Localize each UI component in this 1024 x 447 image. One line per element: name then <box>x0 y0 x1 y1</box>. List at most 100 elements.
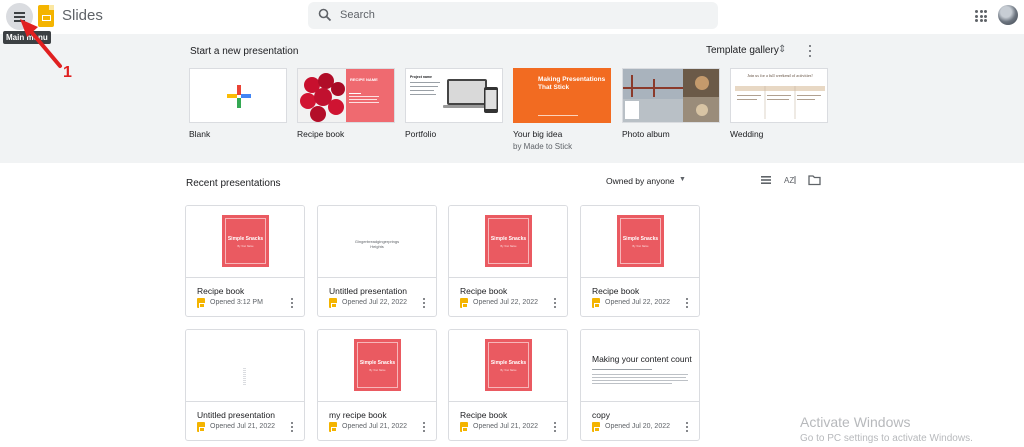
snack-title: Simple Snacks <box>622 236 659 242</box>
thumb-lines <box>538 115 578 116</box>
snack-title: Simple Snacks <box>490 360 527 366</box>
template-photo-album[interactable]: Photo album <box>622 68 720 139</box>
file-title: Untitled presentation <box>329 286 407 296</box>
file-thumbnail[interactable]: Gingerbreadgingerprings Heights <box>318 206 436 278</box>
app-name[interactable]: Slides <box>62 7 103 24</box>
annotation-number: 1 <box>63 64 72 81</box>
recent-title: Recent presentations <box>186 178 281 189</box>
template-thumbnail[interactable] <box>189 68 287 123</box>
file-card[interactable]: Simple Snacks By Your Name Recipe book O… <box>448 205 568 317</box>
file-thumbnail[interactable] <box>186 330 304 402</box>
template-wedding[interactable]: Join us for a full weekend of activities… <box>730 68 828 139</box>
file-card[interactable]: Simple Snacks By Your Name my recipe boo… <box>317 329 437 441</box>
slides-file-icon <box>329 422 338 432</box>
more-vert-icon[interactable] <box>552 421 558 433</box>
file-thumbnail[interactable]: Simple Snacks By Your Name <box>581 206 699 278</box>
template-thumbnail[interactable]: Join us for a full weekend of activities… <box>730 68 828 123</box>
file-title: Recipe book <box>460 286 508 296</box>
file-card[interactable]: Simple Snacks By Your Name Recipe book O… <box>448 329 568 441</box>
file-date: Opened Jul 21, 2022 <box>473 423 538 430</box>
template-blank[interactable]: Blank <box>189 68 287 139</box>
file-card[interactable]: Simple Snacks By Your Name Recipe book O… <box>580 205 700 317</box>
snack-cover: Simple Snacks By Your Name <box>222 215 269 267</box>
file-card[interactable]: Simple Snacks By Your Name Recipe book O… <box>185 205 305 317</box>
search-box[interactable]: Search <box>308 2 718 29</box>
more-vert-icon[interactable] <box>421 297 427 309</box>
snack-sub: By Your Name <box>632 245 649 248</box>
apps-grid-icon[interactable] <box>975 10 987 22</box>
more-vert-icon[interactable] <box>552 297 558 309</box>
search-input[interactable]: Search <box>340 9 375 21</box>
template-name: Photo album <box>622 129 670 139</box>
unfold-icon[interactable]: ⇕ <box>778 44 786 55</box>
file-title: my recipe book <box>329 410 387 420</box>
slides-file-icon <box>592 298 601 308</box>
template-gallery-button[interactable]: Template gallery <box>706 45 779 56</box>
file-date: Opened 3:12 PM <box>210 299 263 306</box>
folder-icon[interactable] <box>808 174 821 186</box>
thumb-title: Project name <box>410 75 432 79</box>
snack-sub: By Your Name <box>369 369 386 372</box>
file-thumbnail[interactable]: Simple Snacks By Your Name <box>449 206 567 278</box>
raspberries-image <box>298 69 394 122</box>
schedule-columns <box>735 86 825 119</box>
more-vert-icon[interactable] <box>684 421 690 433</box>
file-date: Opened Jul 21, 2022 <box>342 423 407 430</box>
logo-inner <box>41 15 51 21</box>
snack-sub: By Your Name <box>500 245 517 248</box>
thumb-text: Gingerbreadgingerprings Heights <box>354 239 400 249</box>
file-thumbnail[interactable]: Simple Snacks By Your Name <box>318 330 436 402</box>
search-icon[interactable] <box>318 8 332 22</box>
snack-cover: Simple Snacks By Your Name <box>617 215 664 267</box>
file-date: Opened Jul 22, 2022 <box>342 299 407 306</box>
file-card[interactable]: Untitled presentation Opened Jul 21, 202… <box>185 329 305 441</box>
more-vert-icon[interactable] <box>806 44 814 58</box>
more-vert-icon[interactable] <box>289 297 295 309</box>
template-name: Portfolio <box>405 129 437 139</box>
file-title: Recipe book <box>460 410 508 420</box>
main-menu-tooltip: Main menu <box>3 31 51 44</box>
menu-icon-bar <box>14 20 25 22</box>
svg-text:AZ: AZ <box>784 176 794 185</box>
caret-down-icon[interactable]: ▼ <box>679 176 686 183</box>
template-name: Blank <box>189 129 211 139</box>
owner-filter-dropdown[interactable]: Owned by anyone <box>606 176 675 186</box>
more-vert-icon[interactable] <box>289 421 295 433</box>
file-card[interactable]: Making your content count copy Opened Ju… <box>580 329 700 441</box>
slides-file-icon <box>197 298 206 308</box>
list-view-icon[interactable] <box>760 174 772 186</box>
template-name: Recipe book <box>297 129 345 139</box>
thumb-lines <box>592 369 688 384</box>
file-thumbnail[interactable]: Simple Snacks By Your Name <box>449 330 567 402</box>
gallery-title: Start a new presentation <box>190 46 299 57</box>
template-portfolio[interactable]: Project name Portfolio <box>405 68 503 139</box>
template-your-big-idea[interactable]: Making Presentations That Stick Your big… <box>513 68 611 151</box>
file-date: Opened Jul 22, 2022 <box>473 299 538 306</box>
more-vert-icon[interactable] <box>684 297 690 309</box>
main-menu-button[interactable] <box>6 3 33 30</box>
template-thumbnail[interactable]: Making Presentations That Stick <box>513 68 611 123</box>
file-title: Recipe book <box>592 286 640 296</box>
activate-windows-title: Activate Windows <box>800 414 911 430</box>
file-card[interactable]: Gingerbreadgingerprings Heights Untitled… <box>317 205 437 317</box>
file-title: Recipe book <box>197 286 245 296</box>
template-recipe-book[interactable]: RECIPE NAME Recipe book <box>297 68 395 139</box>
avatar[interactable] <box>998 5 1018 25</box>
snack-sub: By Your Name <box>237 245 254 248</box>
more-vert-icon[interactable] <box>421 421 427 433</box>
template-author: by Made to Stick <box>513 142 573 151</box>
template-thumbnail[interactable]: Project name <box>405 68 503 123</box>
file-date: Opened Jul 22, 2022 <box>605 299 670 306</box>
template-name: Wedding <box>730 129 764 139</box>
slides-file-icon <box>329 298 338 308</box>
file-thumbnail[interactable]: Simple Snacks By Your Name <box>186 206 304 278</box>
template-thumbnail[interactable]: RECIPE NAME <box>297 68 395 123</box>
plus-icon <box>227 85 251 108</box>
template-name: Your big idea <box>513 129 563 139</box>
logo-fold <box>49 5 54 10</box>
template-thumbnail[interactable] <box>622 68 720 123</box>
file-thumbnail[interactable]: Making your content count <box>581 330 699 402</box>
thumb-title: RECIPE NAME <box>350 77 378 82</box>
slides-logo-icon[interactable] <box>38 5 54 27</box>
sort-az-icon[interactable]: AZ <box>784 174 798 186</box>
